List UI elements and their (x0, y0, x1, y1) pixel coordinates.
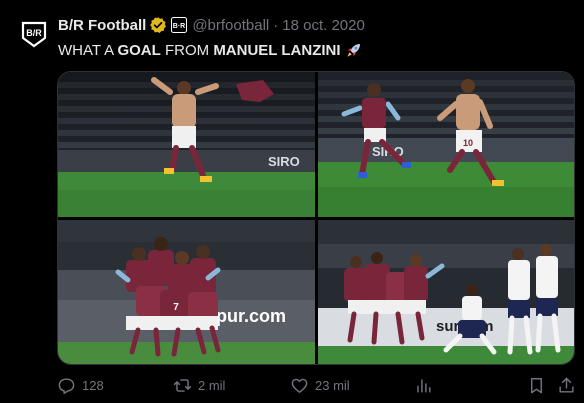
tweet-text-bold: GOAL (117, 41, 161, 59)
display-name[interactable]: B/R Football (58, 17, 146, 34)
reply-icon (58, 377, 75, 394)
svg-text:10: 10 (463, 138, 473, 148)
like-button[interactable]: 23 mil (290, 374, 350, 396)
svg-text:SIRO: SIRO (268, 154, 300, 169)
photo-celebration-shirtless[interactable]: SIRO (58, 72, 315, 217)
tweet-text-part: FROM (160, 41, 214, 59)
share-button[interactable] (557, 374, 576, 396)
photo-huddle-and-opponents[interactable]: sur.com (318, 220, 574, 364)
photo-team-huddle[interactable]: hotspur.com 7 (58, 220, 315, 364)
heart-icon (291, 378, 308, 393)
views-icon (417, 378, 431, 393)
media-grid[interactable]: SIRO 10 hotspur.com 7 (57, 71, 575, 365)
svg-text:B·R: B·R (173, 23, 185, 30)
retweet-icon (173, 378, 192, 392)
share-icon (559, 377, 574, 393)
tweet-text-part: WHAT A (58, 41, 118, 59)
reply-button[interactable]: 128 (57, 374, 104, 396)
like-count: 23 mil (315, 377, 350, 393)
retweet-count: 2 mil (198, 377, 226, 393)
tweet-text: WHAT A GOAL FROM MANUEL LANZINI (58, 40, 363, 60)
tweet-text-bold: MANUEL LANZINI (213, 41, 341, 59)
svg-text:7: 7 (173, 302, 179, 313)
handle[interactable]: @brfootball (192, 17, 269, 34)
separator-dot: · (273, 16, 279, 34)
bookmark-button[interactable] (527, 374, 546, 396)
br-logo-icon: B/R (21, 21, 47, 48)
svg-text:B/R: B/R (26, 28, 42, 38)
tweet-date[interactable]: 18 oct. 2020 (282, 17, 365, 34)
affiliate-badge-icon[interactable]: B·R (171, 17, 188, 33)
reply-count: 128 (82, 377, 104, 393)
bookmark-icon (531, 377, 542, 393)
tweet-actions: 128 2 mil 23 mil (0, 374, 584, 396)
photo-teammates-running[interactable]: SIRO (318, 72, 574, 217)
retweet-button[interactable]: 2 mil (173, 374, 225, 396)
tweet-header: B/R Football B·R @brfootball · 18 oct. 2… (58, 15, 365, 35)
rocket-icon (345, 41, 363, 59)
avatar[interactable]: B/R (14, 14, 54, 54)
tweet[interactable]: B/R B/R Football B·R @brfootball · 18 oc… (0, 0, 584, 403)
views-button[interactable] (414, 374, 433, 396)
verified-badge-icon[interactable] (149, 16, 167, 34)
